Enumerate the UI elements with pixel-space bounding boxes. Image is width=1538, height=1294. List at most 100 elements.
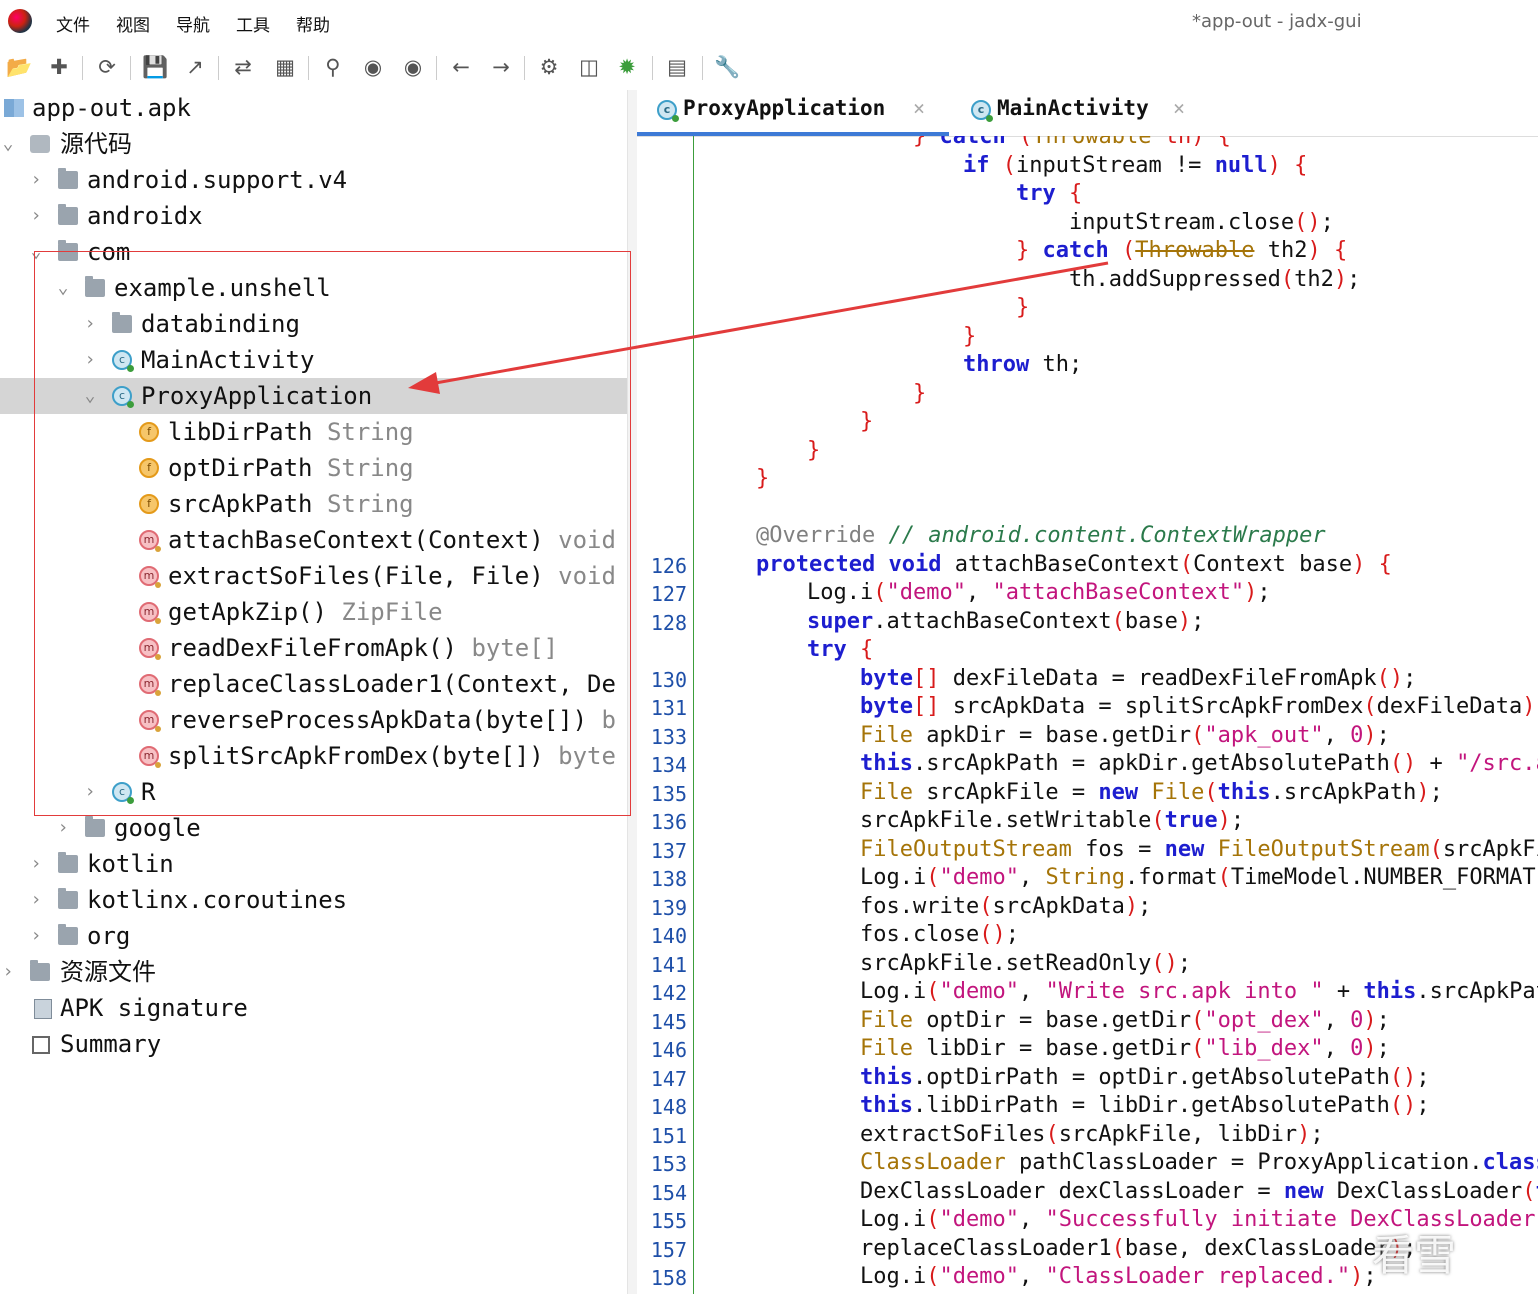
tree-root[interactable]: app-out.apk [0, 90, 628, 126]
chevron-down-icon[interactable]: ⌄ [28, 234, 44, 270]
tree-field[interactable]: f libDirPath String [0, 414, 628, 450]
tree-method[interactable]: m getApkZip() ZipFile [0, 594, 628, 630]
menu-navigation[interactable]: 导航 [176, 11, 210, 36]
tree-member-label: optDirPath [168, 454, 313, 482]
class-icon: c [657, 100, 679, 122]
tree-source-code-label: 源代码 [60, 130, 132, 158]
close-icon[interactable]: × [1173, 90, 1185, 126]
code-line: } [1016, 295, 1030, 320]
menu-view[interactable]: 视图 [116, 11, 150, 36]
tree-package[interactable]: › org [0, 918, 628, 954]
chevron-right-icon[interactable]: › [82, 342, 98, 378]
line-number: 140 [650, 924, 687, 948]
code-line: fos.close(); [860, 922, 1019, 947]
tree-method[interactable]: m replaceClassLoader1(Context, De [0, 666, 628, 702]
line-number: 142 [650, 981, 687, 1005]
class-icon: c [112, 782, 134, 804]
log-icon[interactable]: ▤ [664, 54, 690, 80]
chevron-right-icon[interactable]: › [82, 306, 98, 342]
forward-icon[interactable]: → [488, 54, 514, 80]
folder-icon [30, 960, 50, 981]
find-usage-icon[interactable]: ◉ [400, 54, 426, 80]
tree-package[interactable]: › databinding [0, 306, 628, 342]
tab-main-activity[interactable]: c MainActivity × [969, 90, 1209, 136]
save-icon[interactable]: 💾 [142, 54, 168, 80]
deobfuscation-icon[interactable]: ◫ [576, 54, 602, 80]
code-editor: c ProxyApplication × c MainActivity × 12… [637, 90, 1538, 1294]
code-line: File libDir = base.getDir("lib_dex", 0); [860, 1036, 1390, 1061]
toolbar-separator [308, 56, 309, 80]
tree-member-label: libDirPath [168, 418, 313, 446]
code-line: throw th; [963, 352, 1083, 377]
menu-tools[interactable]: 工具 [236, 11, 270, 36]
line-number: 157 [650, 1238, 687, 1262]
chevron-right-icon[interactable]: › [28, 846, 44, 882]
code-line: FileOutputStream fos = new FileOutputStr… [860, 837, 1538, 862]
tree-source-code[interactable]: ⌄ 源代码 [0, 126, 628, 162]
tree-method[interactable]: m splitSrcApkFromDex(byte[]) byte [0, 738, 628, 774]
tree-apk-signature[interactable]: APK signature [0, 990, 628, 1026]
tree-package[interactable]: › kotlin [0, 846, 628, 882]
menu-file[interactable]: 文件 [56, 11, 90, 36]
chevron-right-icon[interactable]: › [28, 162, 44, 198]
chevron-right-icon[interactable]: › [0, 954, 16, 990]
tree-package[interactable]: › kotlinx.coroutines [0, 882, 628, 918]
tree-member-label: attachBaseContext(Context) [168, 526, 544, 554]
tree-method[interactable]: m extractSoFiles(File, File) void [0, 558, 628, 594]
export-icon[interactable]: ↗ [182, 54, 208, 80]
toolbar-separator [82, 56, 83, 80]
tree-package[interactable]: ⌄ example.unshell [0, 270, 628, 306]
open-folder-icon[interactable]: 📂 [6, 54, 32, 80]
tree-method[interactable]: m readDexFileFromApk() byte[] [0, 630, 628, 666]
tree-resources[interactable]: › 资源文件 [0, 954, 628, 990]
settings-icon[interactable]: 🔧 [714, 54, 740, 80]
line-number: 135 [650, 782, 687, 806]
chevron-down-icon[interactable]: ⌄ [82, 378, 98, 414]
tree-member-label: replaceClassLoader1(Context, De [168, 670, 616, 698]
tree-class[interactable]: › c MainActivity [0, 342, 628, 378]
line-number: 130 [650, 668, 687, 692]
toolbar-separator [702, 56, 703, 80]
tree-package[interactable]: › android.support.v4 [0, 162, 628, 198]
add-file-icon[interactable]: ✚ [46, 54, 72, 80]
chevron-down-icon[interactable]: ⌄ [55, 270, 71, 306]
menu-help[interactable]: 帮助 [296, 11, 330, 36]
chevron-right-icon[interactable]: › [28, 918, 44, 954]
tree-package[interactable]: › google [0, 810, 628, 846]
tree-member-label: readDexFileFromApk() [168, 634, 457, 662]
tab-proxy-application[interactable]: c ProxyApplication × [655, 90, 955, 136]
tree-class[interactable]: › c R [0, 774, 628, 810]
chevron-down-icon[interactable]: ⌄ [0, 126, 16, 162]
line-number: 153 [650, 1152, 687, 1176]
class-icon: c [971, 100, 993, 122]
method-icon: m [139, 566, 161, 588]
close-icon[interactable]: × [913, 90, 925, 126]
debugger-icon[interactable]: ✹ [614, 54, 640, 80]
line-number: 147 [650, 1067, 687, 1091]
tree-class-selected[interactable]: ⌄ c ProxyApplication [0, 378, 628, 414]
chevron-right-icon[interactable]: › [82, 774, 98, 810]
search-icon[interactable]: ⚲ [320, 54, 346, 80]
line-number: 138 [650, 867, 687, 891]
code-line: Log.i("demo", "attachBaseContext"); [807, 580, 1271, 605]
find-class-icon[interactable]: ◉ [360, 54, 386, 80]
code-area[interactable]: 126 127 128 130 131 133 134 135 136 137 138 139 140 1… [637, 136, 1538, 1294]
tree-package[interactable]: › androidx [0, 198, 628, 234]
method-icon: m [139, 602, 161, 624]
tree-field[interactable]: f optDirPath String [0, 450, 628, 486]
sync-tree-icon[interactable]: ⇄ [230, 54, 256, 80]
tree-summary[interactable]: Summary [0, 1026, 628, 1062]
decompile-all-icon[interactable]: ⚙ [536, 54, 562, 80]
tree-package[interactable]: ⌄ com [0, 234, 628, 270]
tree-method[interactable]: m reverseProcessApkData(byte[]) b [0, 702, 628, 738]
refresh-icon[interactable]: ⟳ [94, 54, 120, 80]
tree-method[interactable]: m attachBaseContext(Context) void [0, 522, 628, 558]
chevron-right-icon[interactable]: › [55, 810, 71, 846]
flatten-packages-icon[interactable]: ▦ [272, 54, 298, 80]
back-icon[interactable]: ← [448, 54, 474, 80]
class-icon: c [112, 350, 134, 372]
toolbar-separator [436, 56, 437, 80]
tree-field[interactable]: f srcApkPath String [0, 486, 628, 522]
chevron-right-icon[interactable]: › [28, 198, 44, 234]
chevron-right-icon[interactable]: › [28, 882, 44, 918]
